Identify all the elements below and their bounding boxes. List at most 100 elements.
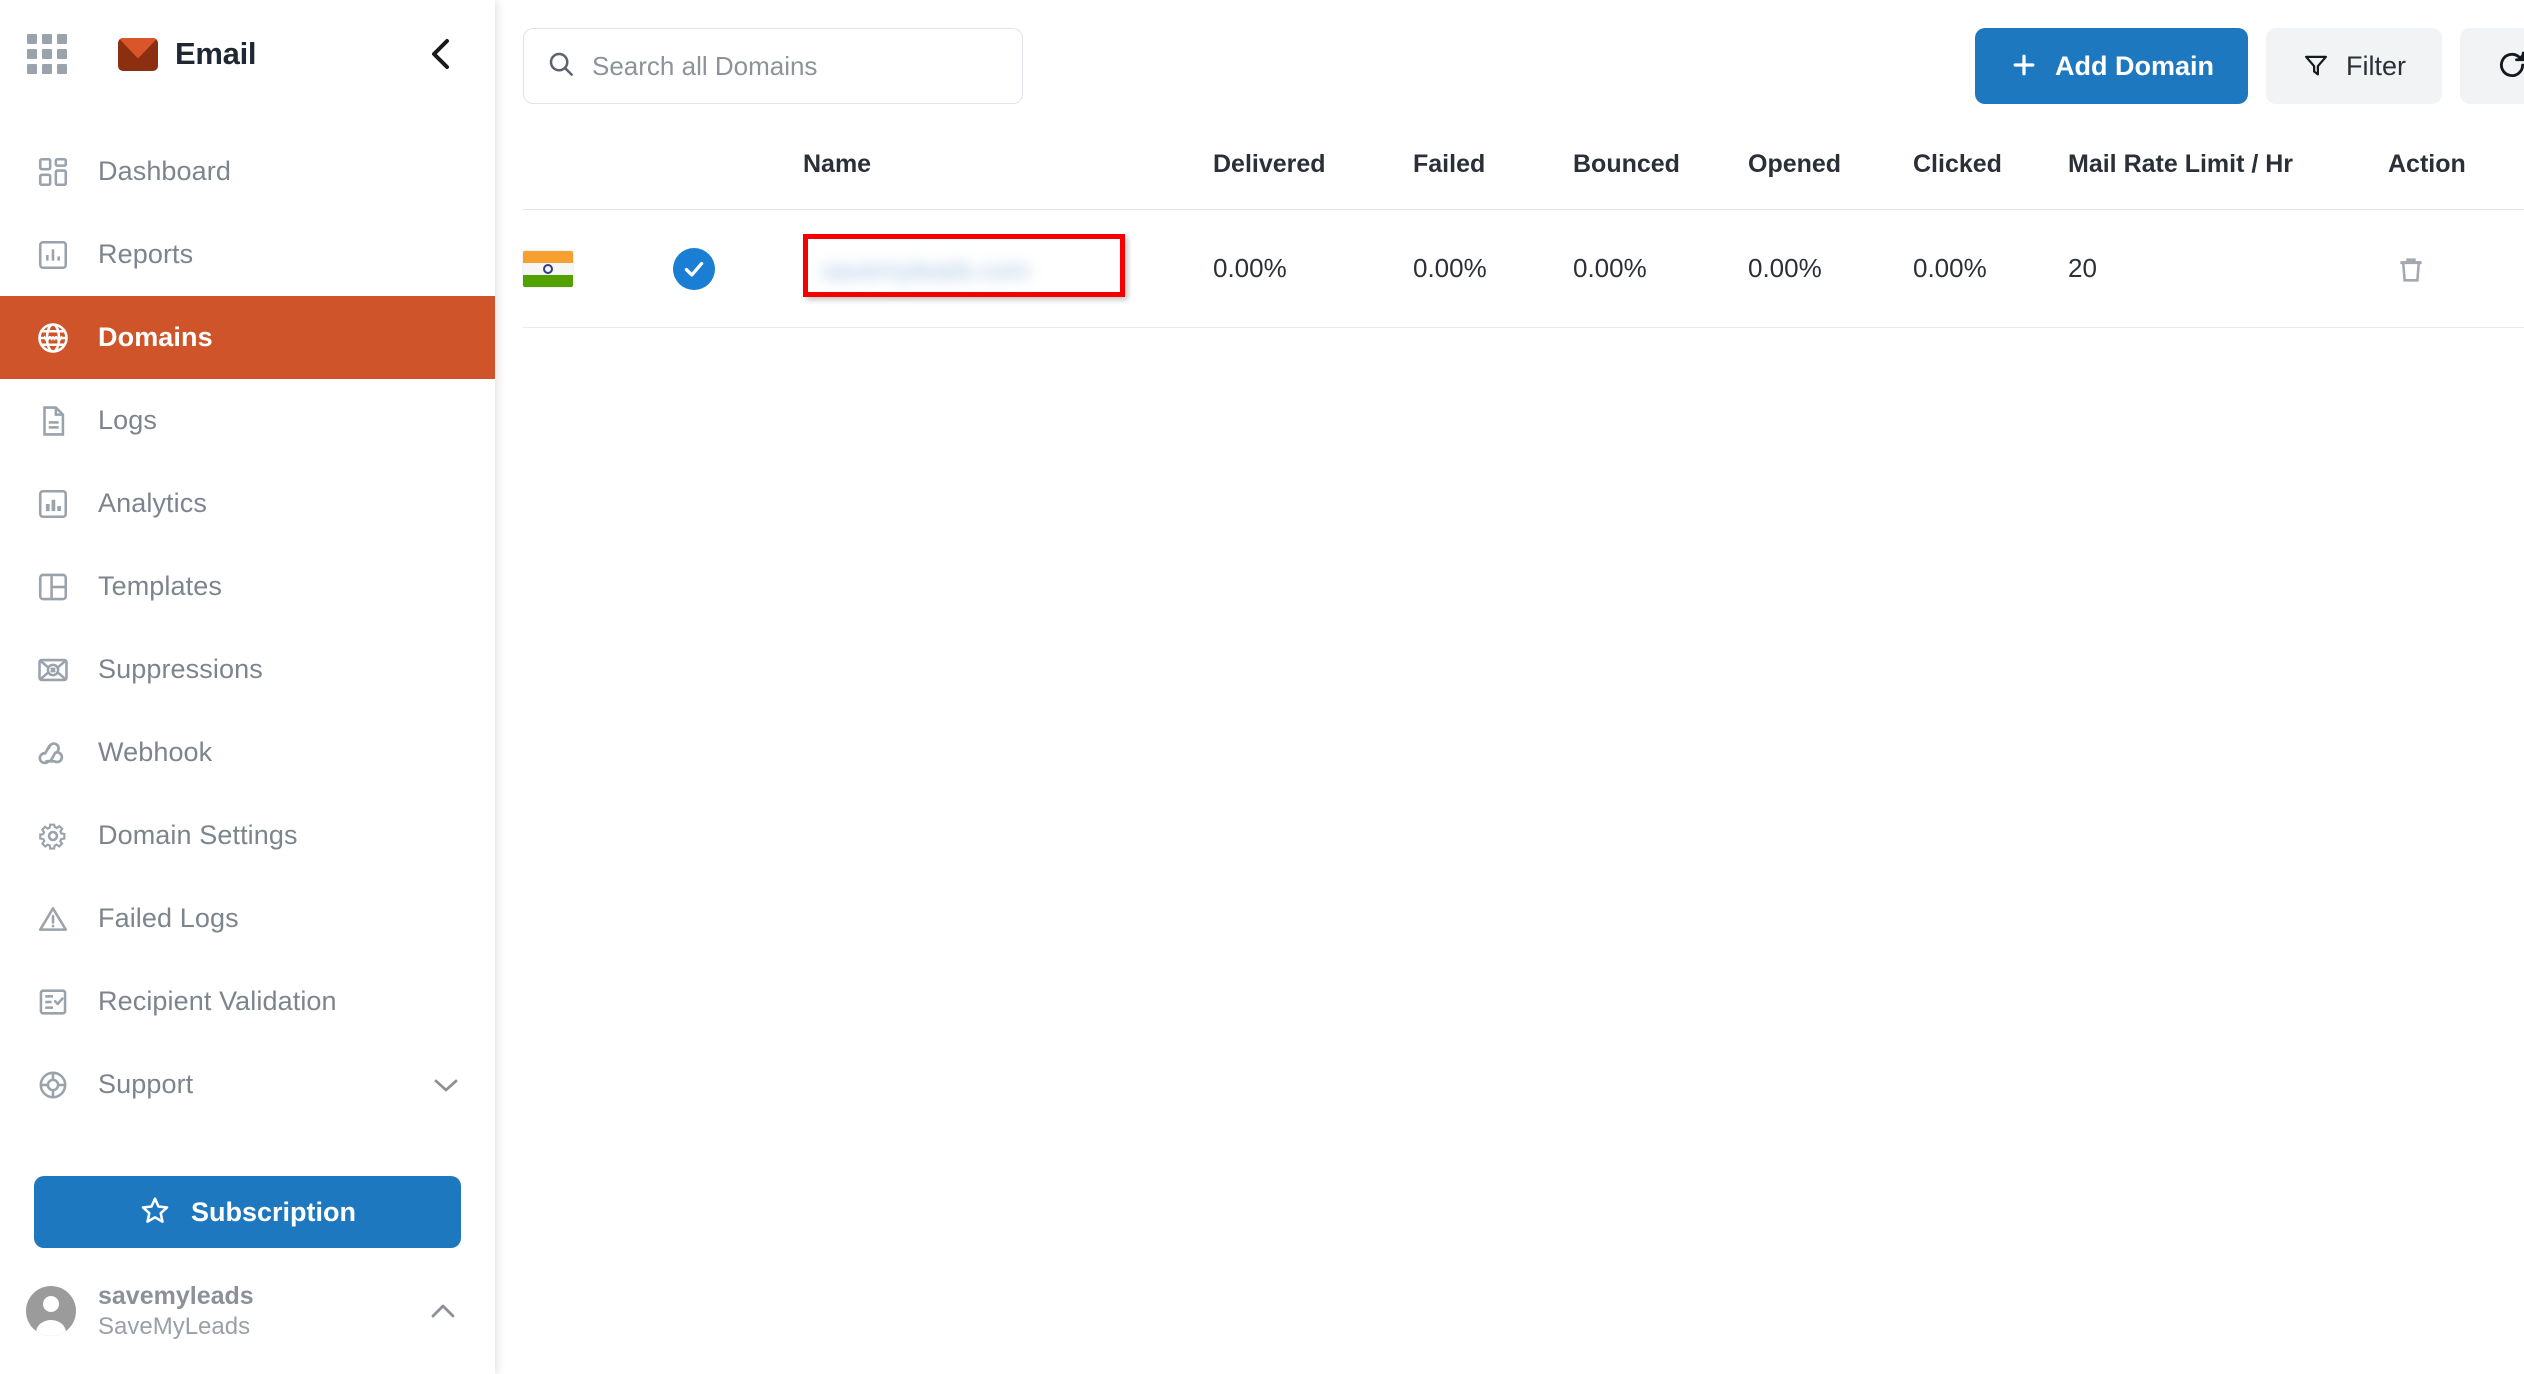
sidebar-item-label: Recipient Validation bbox=[98, 986, 337, 1016]
sidebar-item-reports[interactable]: Reports bbox=[0, 213, 495, 296]
sidebar-item-failed-logs[interactable]: Failed Logs bbox=[0, 877, 495, 960]
sidebar-item-label: Suppressions bbox=[98, 654, 263, 684]
cell-rate-limit: 20 bbox=[2068, 253, 2097, 283]
table-header-row: Name Delivered Failed Bounced Opened Cli… bbox=[523, 132, 2524, 210]
sidebar-item-label: Domains bbox=[98, 322, 213, 352]
dashboard-icon bbox=[34, 153, 72, 191]
sidebar-item-domains[interactable]: www Domains bbox=[0, 296, 495, 379]
plus-icon bbox=[2009, 50, 2039, 83]
sidebar-item-label: Templates bbox=[98, 571, 222, 601]
sidebar-item-label: Analytics bbox=[98, 488, 207, 518]
user-profile[interactable]: savemyleads SaveMyLeads bbox=[0, 1248, 495, 1374]
column-header-clicked[interactable]: Clicked bbox=[1913, 132, 2068, 210]
table-body: savemyleads.com 0.00% 0.00% 0.00% 0.00% … bbox=[523, 209, 2524, 328]
user-text: savemyleads SaveMyLeads bbox=[98, 1282, 254, 1340]
sidebar-item-label: Reports bbox=[98, 239, 194, 269]
warning-triangle-icon bbox=[34, 900, 72, 938]
cell-domain-name[interactable]: savemyleads.com bbox=[803, 210, 1213, 328]
main-content: Add Domain Filter bbox=[495, 0, 2524, 1374]
sidebar-item-domain-settings[interactable]: Domain Settings bbox=[0, 794, 495, 877]
chevron-left-icon[interactable] bbox=[421, 34, 461, 74]
star-icon bbox=[139, 1194, 171, 1231]
sidebar-item-logs[interactable]: Logs bbox=[0, 379, 495, 462]
subscription-label: Subscription bbox=[190, 1196, 356, 1227]
checklist-icon bbox=[34, 983, 72, 1021]
add-domain-label: Add Domain bbox=[2055, 50, 2214, 81]
user-avatar-icon bbox=[26, 1286, 76, 1336]
svg-text:www: www bbox=[43, 333, 63, 342]
cell-delivered: 0.00% bbox=[1213, 253, 1287, 283]
document-lines-icon bbox=[34, 402, 72, 440]
column-header-delivered[interactable]: Delivered bbox=[1213, 132, 1413, 210]
domains-table-area: Name Delivered Failed Bounced Opened Cli… bbox=[495, 132, 2524, 328]
apps-grid-icon[interactable] bbox=[26, 33, 68, 75]
add-domain-button[interactable]: Add Domain bbox=[1975, 28, 2248, 104]
layout-panels-icon bbox=[34, 568, 72, 606]
chevron-up-icon[interactable] bbox=[427, 1300, 459, 1322]
table-head: Name Delivered Failed Bounced Opened Cli… bbox=[523, 132, 2524, 210]
brand-name: Email bbox=[175, 36, 257, 71]
sidebar-item-label: Dashboard bbox=[98, 156, 231, 186]
cell-verified bbox=[673, 210, 803, 328]
sidebar-item-support[interactable]: Support bbox=[0, 1043, 495, 1126]
search-box[interactable] bbox=[523, 28, 1023, 104]
sidebar-item-label: Logs bbox=[98, 405, 157, 435]
sidebar-item-label: Failed Logs bbox=[98, 903, 239, 933]
filter-label: Filter bbox=[2346, 50, 2406, 81]
toolbar-actions: Add Domain Filter bbox=[1975, 28, 2524, 104]
domain-name-highlight-box: savemyleads.com bbox=[803, 234, 1125, 297]
cell-failed: 0.00% bbox=[1413, 253, 1487, 283]
user-name: savemyleads bbox=[98, 1281, 254, 1310]
column-header-rate-limit[interactable]: Mail Rate Limit / Hr bbox=[2068, 132, 2388, 210]
webhook-icon bbox=[34, 734, 72, 772]
cell-opened: 0.00% bbox=[1748, 253, 1822, 283]
funnel-icon bbox=[2302, 51, 2330, 82]
verified-check-icon bbox=[673, 247, 715, 290]
sidebar-item-dashboard[interactable]: Dashboard bbox=[0, 130, 495, 213]
domains-table: Name Delivered Failed Bounced Opened Cli… bbox=[523, 132, 2524, 328]
cell-action bbox=[2388, 210, 2524, 328]
sidebar-nav: Dashboard Reports www Domains Logs Analy… bbox=[0, 108, 495, 1126]
email-envelope-logo-icon bbox=[118, 37, 158, 71]
sidebar-item-analytics[interactable]: Analytics bbox=[0, 462, 495, 545]
sidebar-item-webhook[interactable]: Webhook bbox=[0, 711, 495, 794]
sidebar-item-label: Webhook bbox=[98, 737, 213, 767]
sidebar: Email Dashboard Reports www Domains Logs… bbox=[0, 0, 495, 1374]
sidebar-header: Email bbox=[0, 0, 495, 108]
table-row[interactable]: savemyleads.com 0.00% 0.00% 0.00% 0.00% … bbox=[523, 209, 2524, 328]
sidebar-item-suppressions[interactable]: Suppressions bbox=[0, 628, 495, 711]
search-input[interactable] bbox=[592, 50, 1000, 82]
sidebar-item-label: Support bbox=[98, 1069, 194, 1099]
app-root: Email Dashboard Reports www Domains Logs… bbox=[0, 0, 2524, 1374]
search-icon bbox=[546, 49, 576, 84]
toolbar: Add Domain Filter bbox=[495, 0, 2524, 132]
column-header-flag bbox=[523, 132, 673, 210]
column-header-name[interactable]: Name bbox=[803, 132, 1213, 210]
column-header-action: Action bbox=[2388, 150, 2466, 178]
brand[interactable]: Email bbox=[118, 36, 257, 72]
bar-chart-icon bbox=[34, 236, 72, 274]
sidebar-item-templates[interactable]: Templates bbox=[0, 545, 495, 628]
column-header-opened[interactable]: Opened bbox=[1748, 132, 1913, 210]
chevron-down-icon[interactable] bbox=[431, 1075, 461, 1095]
trash-icon[interactable] bbox=[2388, 246, 2434, 292]
subscription-button[interactable]: Subscription bbox=[34, 1176, 461, 1248]
cell-clicked: 0.00% bbox=[1913, 253, 1987, 283]
sidebar-item-recipient-validation[interactable]: Recipient Validation bbox=[0, 960, 495, 1043]
gear-icon bbox=[34, 817, 72, 855]
filter-button[interactable]: Filter bbox=[2266, 28, 2442, 104]
column-header-failed[interactable]: Failed bbox=[1413, 132, 1573, 210]
user-org: SaveMyLeads bbox=[98, 1312, 251, 1340]
column-header-verified bbox=[673, 132, 803, 210]
cell-bounced: 0.00% bbox=[1573, 253, 1647, 283]
envelope-blocked-icon bbox=[34, 651, 72, 689]
lifebuoy-icon bbox=[34, 1066, 72, 1104]
analytics-chart-icon bbox=[34, 485, 72, 523]
refresh-button[interactable] bbox=[2460, 28, 2524, 104]
globe-www-icon: www bbox=[34, 319, 72, 357]
cell-flag bbox=[523, 210, 673, 328]
india-flag-icon bbox=[523, 250, 573, 287]
domain-name-text[interactable]: savemyleads.com bbox=[818, 245, 1110, 296]
column-header-bounced[interactable]: Bounced bbox=[1573, 132, 1748, 210]
